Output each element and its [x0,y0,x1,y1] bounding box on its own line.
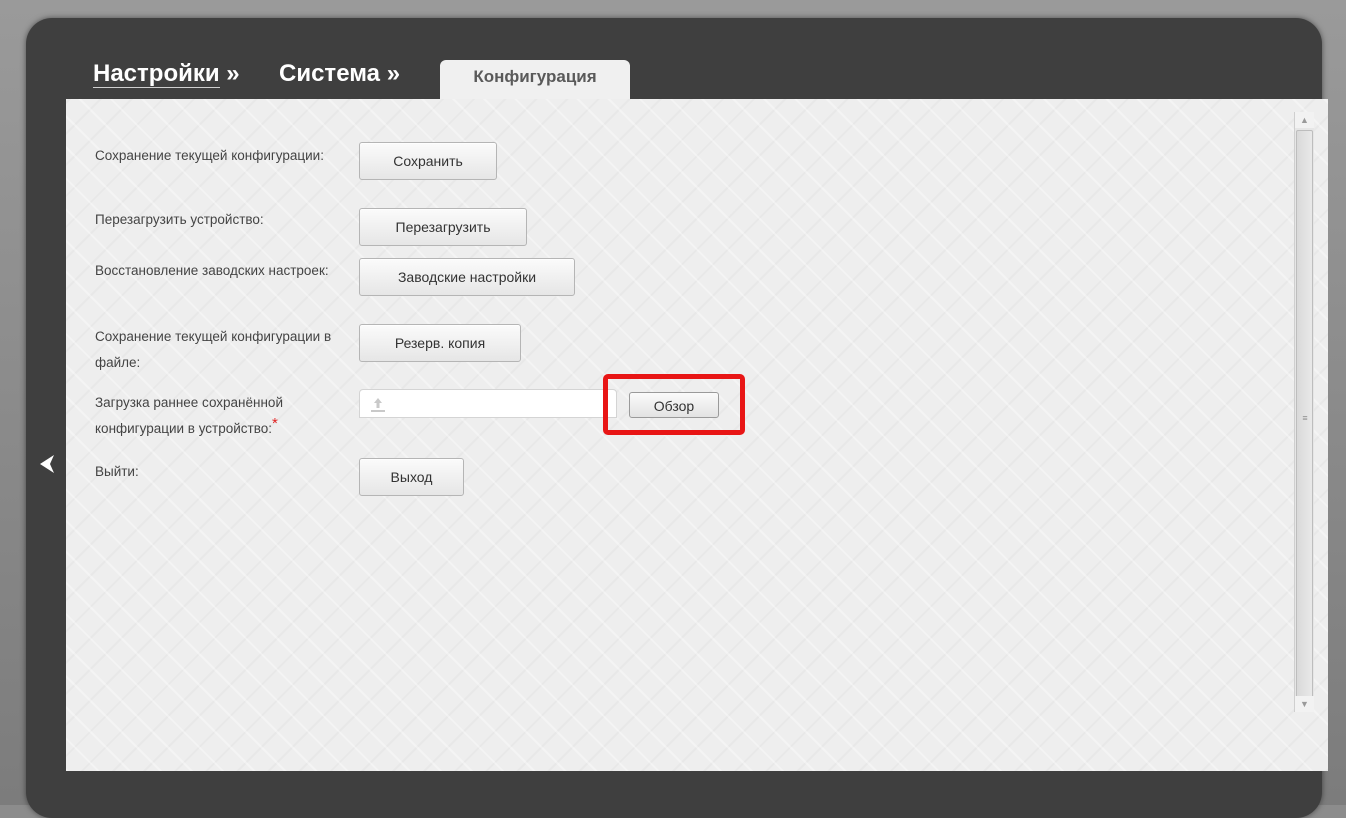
breadcrumb-settings-text[interactable]: Настройки [93,60,220,88]
config-file-input[interactable] [359,389,617,418]
restore-config-label: Загрузка раннее сохранённой конфигурации… [95,390,345,442]
browse-button[interactable]: Обзор [629,392,719,418]
breadcrumb-separator: » [226,60,240,87]
backup-button[interactable]: Резерв. копия [359,324,521,362]
restore-config-label-text: Загрузка раннее сохранённой конфигурации… [95,395,283,436]
breadcrumb-settings-link[interactable]: Настройки » [93,60,240,88]
tab-configuration[interactable]: Конфигурация [440,60,630,100]
logout-button[interactable]: Выход [359,458,464,496]
factory-reset-button[interactable]: Заводские настройки [359,258,575,296]
breadcrumb-separator: » [386,60,401,87]
grip-lines-icon: ≡ [1302,413,1308,423]
factory-reset-label: Восстановление заводских настроек: [95,263,329,278]
save-config-label: Сохранение текущей конфигурации: [95,148,324,163]
scroll-up-arrow-icon[interactable]: ▲ [1295,112,1314,128]
chevron-left-icon[interactable] [36,452,58,476]
backup-label: Сохранение текущей конфигурации в файле: [95,329,332,370]
reboot-button[interactable]: Перезагрузить [359,208,527,246]
save-button[interactable]: Сохранить [359,142,497,180]
scroll-down-arrow-icon[interactable]: ▼ [1295,696,1314,712]
vertical-scrollbar[interactable]: ▲ ≡ ▼ [1294,112,1314,712]
scrollbar-thumb[interactable]: ≡ [1296,130,1313,700]
reboot-label: Перезагрузить устройство: [95,212,264,227]
breadcrumb-system-link[interactable]: Система » [279,60,400,88]
breadcrumb-system-text[interactable]: Система [279,60,380,87]
upload-icon [371,398,385,412]
required-mark: * [272,415,278,432]
logout-label: Выйти: [95,464,139,479]
